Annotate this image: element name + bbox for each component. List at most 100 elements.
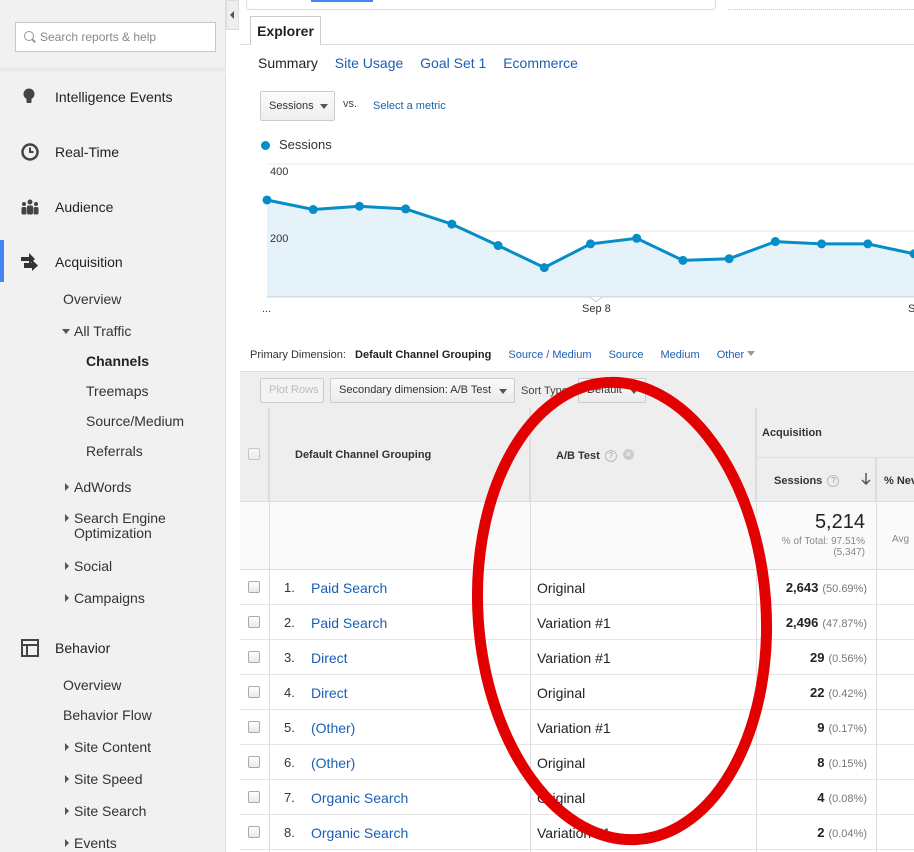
channel-link[interactable]: (Other) bbox=[311, 720, 355, 736]
sidebar-all-traffic[interactable]: All Traffic bbox=[62, 323, 131, 339]
sessions-pct: (0.08%) bbox=[828, 793, 867, 805]
row-checkbox[interactable] bbox=[248, 581, 260, 593]
channel-link[interactable]: Paid Search bbox=[311, 615, 387, 631]
row-number: 7. bbox=[284, 790, 295, 805]
remove-dimension-icon[interactable]: × bbox=[622, 449, 634, 460]
search-placeholder: Search reports & help bbox=[40, 30, 157, 44]
sidebar-beh-overview[interactable]: Overview bbox=[63, 677, 121, 693]
row-checkbox[interactable] bbox=[248, 791, 260, 803]
total-sessions-all: (5,347) bbox=[833, 547, 865, 558]
sessions-pct: (0.56%) bbox=[828, 653, 867, 665]
row-checkbox[interactable] bbox=[248, 651, 260, 663]
subtab-site-usage[interactable]: Site Usage bbox=[335, 55, 403, 71]
sort-type-value: Default bbox=[587, 384, 622, 396]
collapse-sidebar-button[interactable] bbox=[226, 0, 239, 30]
sidebar-item-audience[interactable]: Audience bbox=[0, 192, 226, 222]
sidebar-item-behavior[interactable]: Behavior bbox=[0, 633, 226, 663]
caret-right-icon bbox=[65, 743, 69, 751]
ab-test-value: Variation #1 bbox=[537, 825, 611, 841]
tab-explorer[interactable]: Explorer bbox=[250, 16, 321, 45]
channel-link[interactable]: Direct bbox=[311, 650, 348, 666]
sidebar-seo[interactable]: Search Engine Optimization bbox=[65, 511, 166, 541]
channel-link[interactable]: Direct bbox=[311, 685, 348, 701]
header-new-sessions[interactable]: % Nev bbox=[876, 458, 914, 502]
sidebar-site-content[interactable]: Site Content bbox=[65, 739, 151, 755]
table-toolbar: Plot Rows Secondary dimension: A/B Test … bbox=[240, 371, 914, 408]
sidebar-site-search[interactable]: Site Search bbox=[65, 803, 146, 819]
header-sessions-text: Sessions? bbox=[774, 475, 840, 487]
secondary-dimension-select[interactable]: Secondary dimension: A/B Test bbox=[330, 378, 515, 403]
header-group-acquisition: Acquisition bbox=[756, 408, 914, 458]
metric-select[interactable]: Sessions bbox=[260, 91, 335, 121]
dim-link-source-medium[interactable]: Source / Medium bbox=[508, 349, 591, 361]
row-number: 5. bbox=[284, 720, 295, 735]
caret-down-icon bbox=[62, 329, 70, 334]
ab-test-value: Original bbox=[537, 755, 586, 771]
subtab-ecommerce[interactable]: Ecommerce bbox=[503, 55, 578, 71]
data-point bbox=[401, 204, 411, 214]
help-icon[interactable]: ? bbox=[827, 475, 840, 487]
sessions-cell: 2 (0.04%) bbox=[817, 825, 867, 840]
dim-link-medium[interactable]: Medium bbox=[661, 349, 700, 361]
table-row: 3. Direct Variation #1 29 (0.56%) bbox=[240, 640, 914, 675]
row-number: 6. bbox=[284, 755, 295, 770]
sessions-cell: 2,496 (47.87%) bbox=[786, 615, 867, 630]
caret-right-icon bbox=[65, 514, 69, 522]
caret-down-icon bbox=[747, 351, 756, 356]
sidebar-channels[interactable]: Channels bbox=[86, 353, 149, 369]
header-sessions[interactable]: Sessions? bbox=[756, 458, 876, 502]
sort-type-select[interactable]: Default bbox=[578, 378, 646, 403]
header-ab-test[interactable]: A/B Test? × bbox=[530, 408, 756, 502]
col-divider bbox=[269, 408, 270, 852]
sidebar-acq-overview[interactable]: Overview bbox=[63, 291, 121, 307]
sidebar-adwords[interactable]: AdWords bbox=[65, 479, 131, 495]
row-checkbox[interactable] bbox=[248, 826, 260, 838]
legend-dot bbox=[261, 141, 270, 150]
sidebar-treemaps[interactable]: Treemaps bbox=[86, 383, 149, 399]
sidebar-campaigns[interactable]: Campaigns bbox=[65, 590, 145, 606]
row-checkbox[interactable] bbox=[248, 686, 260, 698]
channel-link[interactable]: (Other) bbox=[311, 755, 355, 771]
x-tick-label: ... bbox=[262, 303, 271, 315]
sessions-value: 2,496 bbox=[785, 615, 819, 630]
sidebar-item-acquisition[interactable]: Acquisition bbox=[0, 247, 226, 277]
help-icon[interactable]: ? bbox=[604, 450, 617, 462]
primary-dimension-bar: Primary Dimension: Default Channel Group… bbox=[250, 349, 759, 361]
select-metric-link[interactable]: Select a metric bbox=[373, 100, 446, 112]
total-sessions-detail: % of Total: 97.51% (5,347) bbox=[782, 536, 865, 558]
select-all-checkbox[interactable] bbox=[248, 448, 260, 460]
sessions-pct: (0.04%) bbox=[828, 828, 867, 840]
sidebar-events[interactable]: Events bbox=[65, 835, 117, 851]
sidebar-referrals[interactable]: Referrals bbox=[86, 443, 143, 459]
sidebar-item-real-time[interactable]: Real-Time bbox=[0, 137, 226, 167]
sidebar-site-speed[interactable]: Site Speed bbox=[65, 771, 143, 787]
channel-link[interactable]: Paid Search bbox=[311, 580, 387, 596]
subtab-summary[interactable]: Summary bbox=[258, 55, 318, 71]
row-number: 4. bbox=[284, 685, 295, 700]
dropdown-arrow-icon bbox=[630, 389, 638, 394]
plot-rows-button[interactable]: Plot Rows bbox=[260, 378, 324, 403]
sessions-value: 8 bbox=[817, 755, 825, 770]
metric-select-value: Sessions bbox=[269, 100, 314, 112]
data-point bbox=[863, 239, 873, 249]
sidebar-events-label: Events bbox=[74, 835, 117, 851]
channel-link[interactable]: Organic Search bbox=[311, 825, 408, 841]
sidebar-source-medium[interactable]: Source/Medium bbox=[86, 413, 184, 429]
row-checkbox[interactable] bbox=[248, 721, 260, 733]
dim-link-source[interactable]: Source bbox=[609, 349, 644, 361]
header-label: % Nev bbox=[884, 475, 914, 487]
subtab-goal-set-1[interactable]: Goal Set 1 bbox=[420, 55, 486, 71]
sidebar-social[interactable]: Social bbox=[65, 558, 112, 574]
sidebar-behavior-flow[interactable]: Behavior Flow bbox=[63, 707, 152, 723]
row-checkbox[interactable] bbox=[248, 756, 260, 768]
row-checkbox[interactable] bbox=[248, 616, 260, 628]
sort-descending-icon[interactable] bbox=[861, 472, 871, 486]
data-point bbox=[539, 263, 549, 273]
header-default-channel-grouping[interactable]: Default Channel Grouping bbox=[269, 408, 530, 502]
sidebar-item-label: Real-Time bbox=[55, 144, 120, 160]
dim-link-other[interactable]: Other bbox=[717, 349, 760, 361]
table-row: 5. (Other) Variation #1 9 (0.17%) bbox=[240, 710, 914, 745]
channel-link[interactable]: Organic Search bbox=[311, 790, 408, 806]
sidebar-item-intelligence-events[interactable]: Intelligence Events bbox=[0, 82, 226, 112]
search-input[interactable]: Search reports & help bbox=[15, 22, 216, 52]
